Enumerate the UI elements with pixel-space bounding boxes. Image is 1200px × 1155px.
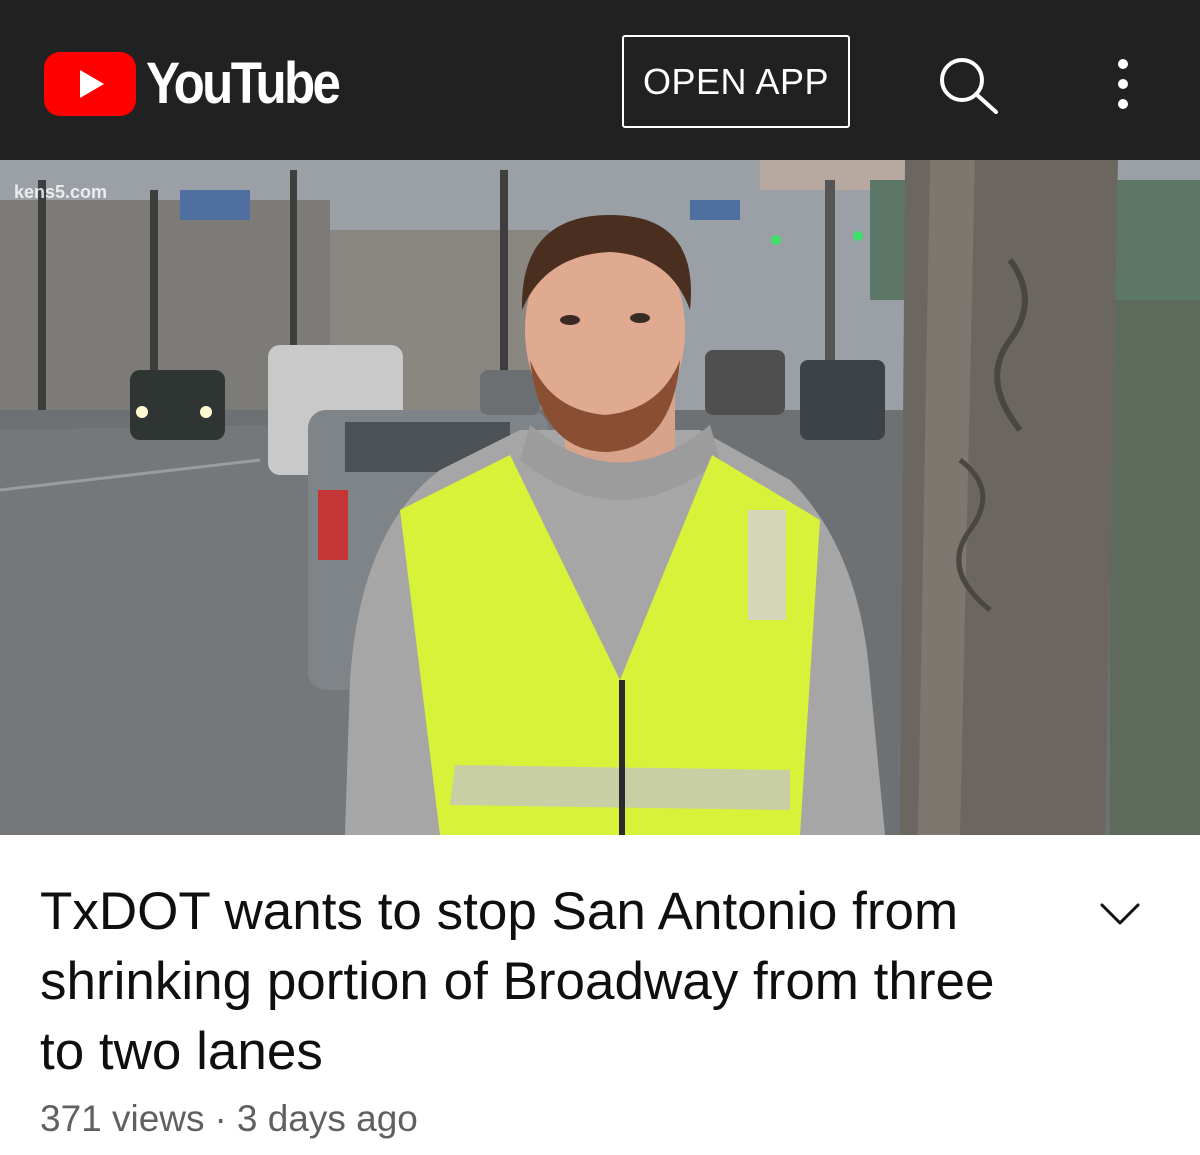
video-title[interactable]: TxDOT wants to stop San Antonio from shr… [40, 877, 1050, 1087]
logo-text: YouTube [146, 51, 341, 116]
open-app-button[interactable]: OPEN APP [622, 35, 850, 128]
youtube-play-icon [44, 52, 136, 116]
video-player[interactable]: kens5.com [0, 160, 1200, 835]
youtube-logo[interactable]: YouTube [44, 52, 364, 116]
channel-watermark: kens5.com [14, 182, 108, 202]
metadata-separator: · [214, 1098, 227, 1139]
video-info: TxDOT wants to stop San Antonio from shr… [0, 835, 1200, 1155]
more-vert-icon[interactable] [1108, 56, 1138, 112]
app-header: YouTube OPEN APP [0, 0, 1200, 160]
search-icon[interactable] [934, 54, 1006, 114]
chevron-down-icon[interactable] [1098, 899, 1142, 929]
upload-age: 3 days ago [236, 1098, 418, 1139]
video-frame-thumbnail [0, 160, 1200, 835]
video-metadata: 371 views · 3 days ago [40, 1097, 418, 1141]
view-count: 371 views [40, 1098, 205, 1139]
